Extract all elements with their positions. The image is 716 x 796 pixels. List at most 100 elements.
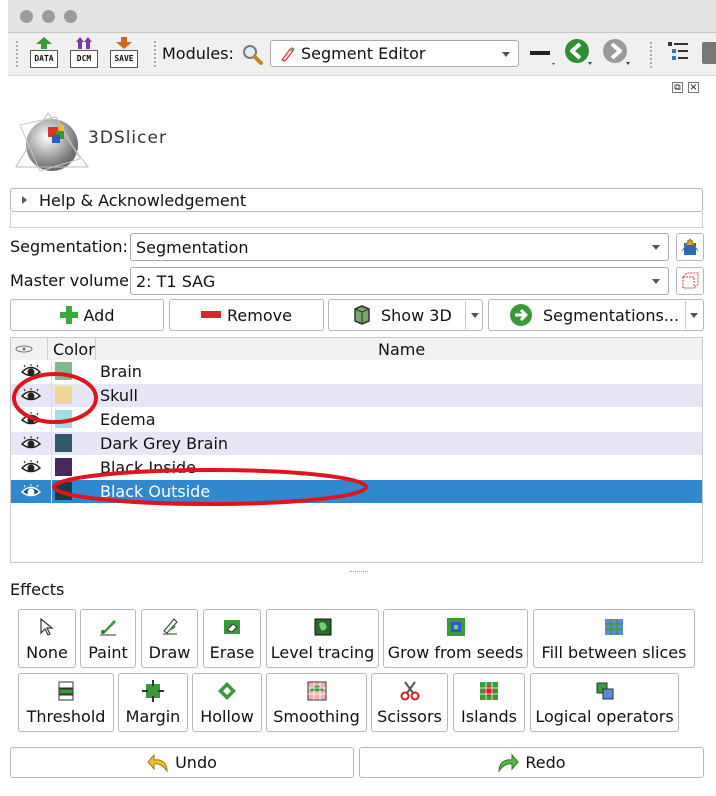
- segment-row[interactable]: Black Outside: [11, 480, 702, 503]
- segment-color-swatch[interactable]: [55, 458, 72, 476]
- segment-color-swatch[interactable]: [55, 386, 72, 404]
- redo-label: Redo: [525, 753, 566, 772]
- minimize-window-button[interactable]: [42, 10, 55, 23]
- segment-name[interactable]: Dark Grey Brain: [100, 434, 228, 453]
- segment-name[interactable]: Black Outside: [100, 482, 210, 501]
- close-window-button[interactable]: [20, 10, 33, 23]
- add-label: Add: [83, 305, 115, 325]
- close-panel-icon[interactable]: ×: [688, 82, 699, 93]
- color-column-header[interactable]: Color: [53, 340, 95, 359]
- help-acknowledgement-label: Help & Acknowledgement: [39, 190, 247, 210]
- help-acknowledgement-collapsible[interactable]: Help & Acknowledgement: [10, 188, 703, 212]
- up-arrow-icon: [36, 37, 52, 49]
- effect-smoothing-button[interactable]: Smoothing: [266, 673, 367, 732]
- module-list-icon[interactable]: [666, 40, 690, 66]
- effects-title: Effects: [10, 580, 65, 599]
- show-3d-divider: [465, 301, 466, 329]
- extensions-icon[interactable]: [702, 42, 716, 64]
- effect-none-button[interactable]: None: [18, 609, 76, 668]
- float-panel-icon[interactable]: ⧉: [672, 82, 683, 93]
- show-3d-label: Show 3D: [381, 305, 452, 325]
- segmentation-geometry-button[interactable]: [676, 233, 704, 261]
- segmentations-dropdown-icon[interactable]: [690, 313, 698, 318]
- table-header: Color Name: [11, 338, 702, 361]
- segment-name[interactable]: Skull: [100, 386, 138, 405]
- dicom-button[interactable]: DCM: [70, 37, 98, 69]
- chevron-down-icon: [502, 51, 510, 57]
- remove-label: Remove: [227, 305, 292, 325]
- effect-threshold-button[interactable]: Threshold: [18, 673, 114, 732]
- eye-visibility-icon[interactable]: [21, 412, 41, 426]
- effect-grow-from-seeds-button[interactable]: Grow from seeds: [383, 609, 528, 668]
- toolbar-grip[interactable]: [16, 41, 22, 67]
- redo-button[interactable]: Redo: [359, 747, 704, 778]
- segment-color-swatch[interactable]: [55, 482, 72, 500]
- toolbar-grip[interactable]: [154, 41, 160, 67]
- show-3d-button[interactable]: Show 3D: [328, 299, 483, 331]
- segmentations-divider: [685, 301, 686, 329]
- dcm-icon-label: DCM: [70, 50, 98, 68]
- toolbar-grip[interactable]: [650, 42, 656, 68]
- effect-hollow-button[interactable]: Hollow: [192, 673, 262, 732]
- load-data-button[interactable]: DATA: [30, 37, 58, 69]
- eye-visibility-icon[interactable]: [21, 388, 41, 402]
- segmentation-selector[interactable]: Segmentation: [130, 233, 669, 261]
- eye-visibility-icon[interactable]: [21, 364, 41, 378]
- forward-arrow-icon[interactable]: [602, 38, 632, 68]
- segment-row[interactable]: Brain: [11, 360, 702, 383]
- effect-margin-icon: [142, 680, 164, 702]
- eye-visibility-icon[interactable]: [21, 460, 41, 474]
- effect-label: Threshold: [26, 707, 106, 726]
- master-volume-geometry-button[interactable]: [676, 267, 704, 295]
- segment-name[interactable]: Brain: [100, 362, 142, 381]
- effect-islands-button[interactable]: Islands: [453, 673, 525, 732]
- eye-visibility-icon[interactable]: [21, 484, 41, 498]
- zoom-window-button[interactable]: [64, 10, 77, 23]
- modules-label: Modules:: [162, 44, 234, 63]
- splitter-handle[interactable]: [350, 571, 368, 574]
- segmentations-button[interactable]: Segmentations...: [488, 299, 704, 331]
- segment-color-swatch[interactable]: [55, 434, 72, 452]
- master-volume-value: 2: T1 SAG: [136, 272, 216, 291]
- segment-name[interactable]: Edema: [100, 410, 156, 429]
- remove-segment-button[interactable]: Remove: [169, 299, 324, 331]
- effect-label: Paint: [88, 643, 128, 662]
- undo-arrow-icon: [147, 753, 168, 773]
- module-selector[interactable]: Segment Editor: [270, 40, 519, 67]
- effect-label: Draw: [148, 643, 191, 662]
- segment-row[interactable]: Edema: [11, 408, 702, 431]
- effect-draw-button[interactable]: Draw: [141, 609, 198, 668]
- effect-paint-button[interactable]: Paint: [80, 609, 136, 668]
- layout-icon[interactable]: [528, 44, 558, 68]
- name-column-header[interactable]: Name: [378, 340, 425, 359]
- master-volume-selector[interactable]: 2: T1 SAG: [130, 267, 669, 295]
- undo-button[interactable]: Undo: [10, 747, 354, 778]
- eye-visibility-icon[interactable]: [21, 436, 41, 450]
- segment-row[interactable]: Black Inside: [11, 456, 702, 479]
- visibility-header-icon[interactable]: [15, 345, 33, 353]
- segment-color-swatch[interactable]: [55, 410, 72, 428]
- show-3d-dropdown-icon[interactable]: [471, 313, 479, 318]
- effect-smoothing-icon: [307, 681, 326, 701]
- add-segment-button[interactable]: Add: [10, 299, 164, 331]
- effect-level-tracing-button[interactable]: Level tracing: [266, 609, 379, 668]
- segment-row[interactable]: Skull: [11, 384, 702, 407]
- segment-name[interactable]: Black Inside: [100, 458, 196, 477]
- segment-color-swatch[interactable]: [55, 362, 72, 380]
- segment-row[interactable]: Dark Grey Brain: [11, 432, 702, 455]
- effect-scissors-button[interactable]: Scissors: [371, 673, 448, 732]
- minus-icon: [201, 311, 222, 318]
- show-3d-icon: [354, 305, 370, 325]
- logo-text: 3DSlicer: [88, 128, 167, 148]
- column-divider: [51, 360, 52, 503]
- effect-logical-operators-button[interactable]: Logical operators: [530, 673, 679, 732]
- search-module-icon[interactable]: [240, 42, 264, 66]
- plus-icon: [59, 306, 78, 324]
- effect-label: Hollow: [200, 707, 254, 726]
- back-arrow-icon[interactable]: [564, 38, 594, 68]
- expand-arrow-icon: [22, 196, 27, 204]
- effect-fill-between-slices-button[interactable]: Fill between slices: [533, 609, 695, 668]
- effect-margin-button[interactable]: Margin: [118, 673, 188, 732]
- save-button[interactable]: SAVE: [110, 37, 138, 69]
- effect-erase-button[interactable]: Erase: [203, 609, 261, 668]
